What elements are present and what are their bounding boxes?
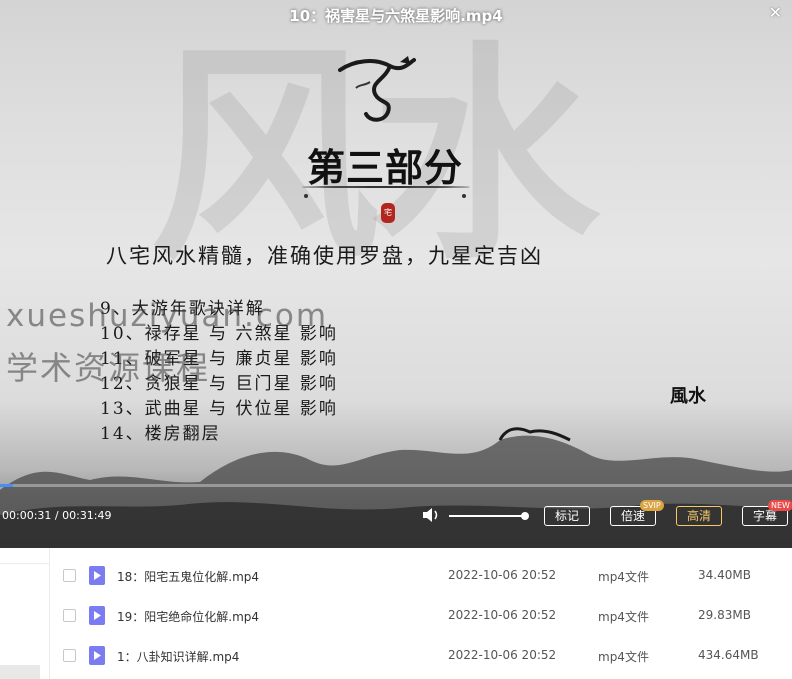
file-row[interactable]: 1：八卦知识详解.mp4 2022-10-06 20:52 mp4文件 434.…: [50, 636, 792, 676]
file-date: 2022-10-06 20:52: [448, 608, 557, 622]
chapter-item: 13、武曲星 与 伏位星 影响: [100, 399, 338, 419]
current-time: 00:00:31: [2, 509, 52, 522]
file-type: mp4文件: [598, 650, 649, 664]
video-title: 10：祸害星与六煞星影响.mp4: [289, 7, 503, 25]
heading-underline: [302, 186, 470, 188]
quality-button[interactable]: 高清: [676, 506, 722, 526]
watermark-text: 学术资源课程: [6, 349, 211, 387]
progress-fill: [0, 484, 13, 487]
heading-dot-right: [462, 194, 466, 198]
red-seal: 宅: [381, 203, 395, 223]
volume-slider[interactable]: [449, 512, 529, 520]
left-pane: [0, 548, 50, 679]
file-list: 18：阳宅五鬼位化解.mp4 2022-10-06 20:52 mp4文件 34…: [0, 548, 792, 679]
file-date: 2022-10-06 20:52: [448, 568, 557, 582]
row-checkbox[interactable]: [63, 649, 76, 662]
volume-icon[interactable]: [422, 506, 442, 524]
video-file-icon: [89, 606, 105, 625]
file-row[interactable]: 18：阳宅五鬼位化解.mp4 2022-10-06 20:52 mp4文件 34…: [50, 556, 792, 596]
file-name: 19：阳宅绝命位化解.mp4: [117, 610, 260, 624]
file-type: mp4文件: [598, 610, 649, 624]
duration: 00:31:49: [62, 509, 112, 522]
slide-subtitle: 八宅风水精髓，准确使用罗盘，九星定吉凶: [106, 244, 543, 268]
close-icon[interactable]: ✕: [769, 3, 782, 22]
video-player[interactable]: 风水 10：祸害星与六煞星影响.mp4 ✕ 第三部分 宅 八宅风水精髓，准确使用…: [0, 0, 792, 548]
file-row[interactable]: 19：阳宅绝命位化解.mp4 2022-10-06 20:52 mp4文件 29…: [50, 596, 792, 636]
progress-bar[interactable]: [0, 484, 792, 487]
row-checkbox[interactable]: [63, 609, 76, 622]
left-pane-header: [0, 548, 50, 564]
section-heading: 第三部分: [306, 146, 463, 190]
time-display: 00:00:31 / 00:31:49: [2, 509, 112, 522]
file-size: 34.40MB: [698, 568, 751, 582]
file-name: 18：阳宅五鬼位化解.mp4: [117, 570, 260, 584]
file-date: 2022-10-06 20:52: [448, 648, 557, 662]
left-pane-scroll[interactable]: [0, 665, 40, 679]
file-type: mp4文件: [598, 570, 649, 584]
heading-dot-left: [304, 194, 308, 198]
mark-button[interactable]: 标记: [544, 506, 590, 526]
svip-badge: SVIP: [640, 500, 664, 511]
video-file-icon: [89, 646, 105, 665]
watermark-url: xueshuziyuan.com: [6, 298, 329, 334]
video-file-icon: [89, 566, 105, 585]
new-badge: NEW: [768, 500, 792, 511]
file-size: 434.64MB: [698, 648, 759, 662]
file-size: 29.83MB: [698, 608, 751, 622]
volume-knob[interactable]: [521, 512, 529, 520]
dragon-ink-icon: [338, 56, 416, 122]
row-checkbox[interactable]: [63, 569, 76, 582]
file-name: 1：八卦知识详解.mp4: [117, 650, 240, 664]
